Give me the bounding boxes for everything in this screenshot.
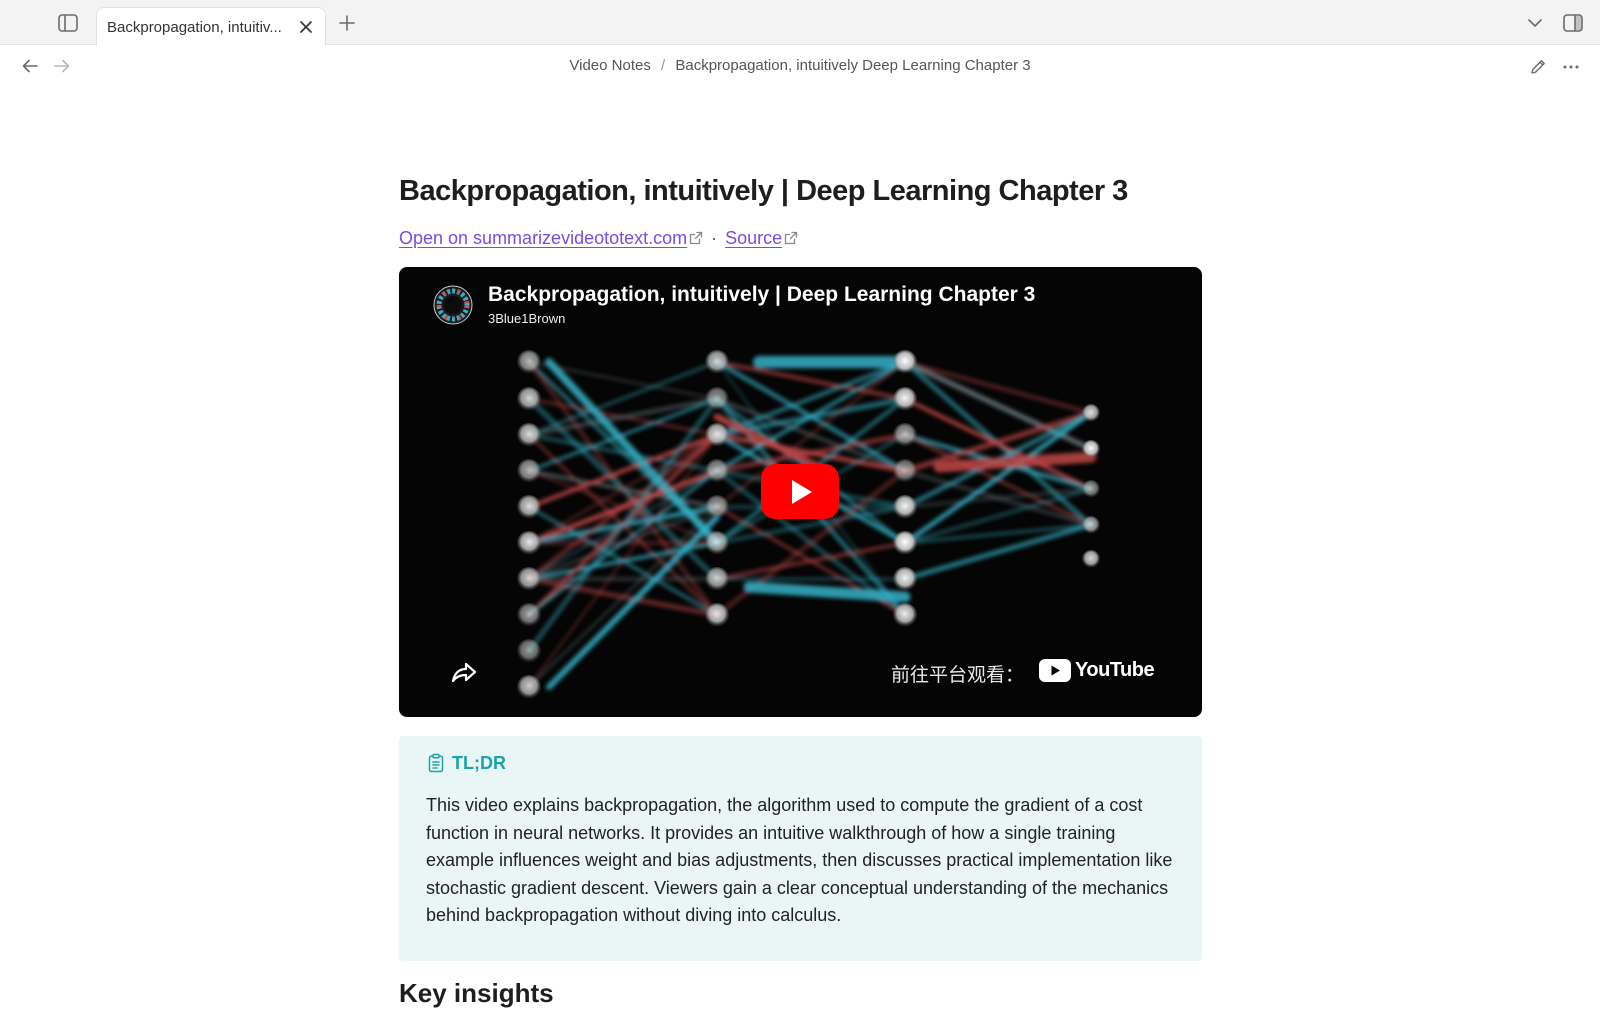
network-node [705, 531, 729, 555]
right-sidebar-icon [1563, 14, 1583, 32]
link-separator: · [711, 227, 718, 248]
link-row: Open on summarizevideototext.com · Sourc… [399, 224, 1202, 252]
open-site-link[interactable]: Open on summarizevideototext.com [399, 228, 687, 249]
play-button[interactable] [761, 464, 839, 519]
network-node [517, 495, 541, 519]
network-node [517, 567, 541, 591]
network-node [1082, 480, 1100, 498]
play-icon [792, 479, 812, 504]
callout-body: This video explains backpropagation, the… [426, 795, 1173, 925]
youtube-wordmark: YouTube [1075, 658, 1155, 681]
network-node [893, 423, 917, 447]
callout-header[interactable]: TL;DR [426, 750, 1175, 776]
network-node [705, 567, 729, 591]
clipboard-icon [428, 753, 444, 773]
tab-active[interactable]: Backpropagation, intuitiv... [96, 7, 326, 46]
network-node [893, 603, 917, 627]
network-node [517, 531, 541, 555]
callout-title: TL;DR [452, 752, 506, 773]
breadcrumb: Video Notes / Backpropagation, intuitive… [0, 57, 1600, 74]
tldr-callout: TL;DR This video explains backpropagatio… [399, 736, 1202, 961]
note-content: Backpropagation, intuitively | Deep Lear… [399, 170, 1202, 961]
source-link[interactable]: Source [725, 228, 782, 249]
network-node [1082, 516, 1100, 534]
video-embed[interactable]: Backpropagation, intuitively | Deep Lear… [399, 267, 1202, 717]
breadcrumb-page[interactable]: Backpropagation, intuitively Deep Learni… [675, 57, 1030, 74]
share-button[interactable] [449, 657, 479, 687]
network-node [705, 387, 729, 411]
network-node [893, 495, 917, 519]
network-node [517, 387, 541, 411]
share-icon [451, 662, 477, 683]
breadcrumb-folder[interactable]: Video Notes [569, 57, 650, 74]
youtube-logo-button[interactable]: YouTube [1039, 657, 1155, 683]
network-node [1082, 440, 1100, 458]
network-node [893, 459, 917, 483]
channel-avatar[interactable] [433, 285, 473, 325]
network-node [893, 531, 917, 555]
sidebar-toggle-icon [58, 14, 78, 32]
chevron-down-icon [1528, 19, 1542, 27]
external-link-icon [785, 231, 798, 245]
section-heading: Key insights [399, 978, 554, 1008]
edit-button[interactable] [1523, 52, 1553, 82]
close-icon [300, 21, 312, 33]
network-node [705, 459, 729, 483]
tab-bar: Backpropagation, intuitiv... [0, 0, 1600, 46]
sidebar-toggle-button[interactable] [52, 8, 84, 38]
network-edge [715, 541, 907, 581]
video-title[interactable]: Backpropagation, intuitively | Deep Lear… [488, 283, 1035, 307]
network-node [705, 495, 729, 519]
watch-on-label: 前往平台观看： [891, 664, 1025, 686]
more-icon [1563, 65, 1579, 69]
pencil-icon [1531, 60, 1545, 74]
right-sidebar-toggle-button[interactable] [1558, 8, 1588, 38]
network-node [517, 603, 541, 627]
network-node [1082, 550, 1100, 568]
video-channel[interactable]: 3Blue1Brown [488, 311, 565, 326]
tab-list-button[interactable] [1520, 8, 1550, 38]
network-node [705, 423, 729, 447]
tab-close-button[interactable] [295, 16, 317, 38]
tab-title: Backpropagation, intuitiv... [107, 18, 282, 36]
network-node [517, 639, 541, 663]
new-tab-button[interactable] [332, 8, 362, 38]
external-link-icon [689, 231, 703, 245]
network-node [517, 423, 541, 447]
network-node [1082, 404, 1100, 422]
network-node [517, 459, 541, 483]
network-node [893, 350, 917, 374]
network-edge-highlight [933, 451, 1097, 473]
network-node [705, 603, 729, 627]
network-node [517, 350, 541, 374]
network-node [893, 387, 917, 411]
youtube-icon [1039, 658, 1071, 682]
network-node [893, 567, 917, 591]
page-title: Backpropagation, intuitively | Deep Lear… [399, 175, 1128, 207]
breadcrumb-separator: / [661, 57, 666, 74]
network-node [705, 350, 729, 374]
network-node [517, 675, 541, 699]
plus-icon [339, 15, 355, 31]
more-options-button[interactable] [1556, 52, 1586, 82]
